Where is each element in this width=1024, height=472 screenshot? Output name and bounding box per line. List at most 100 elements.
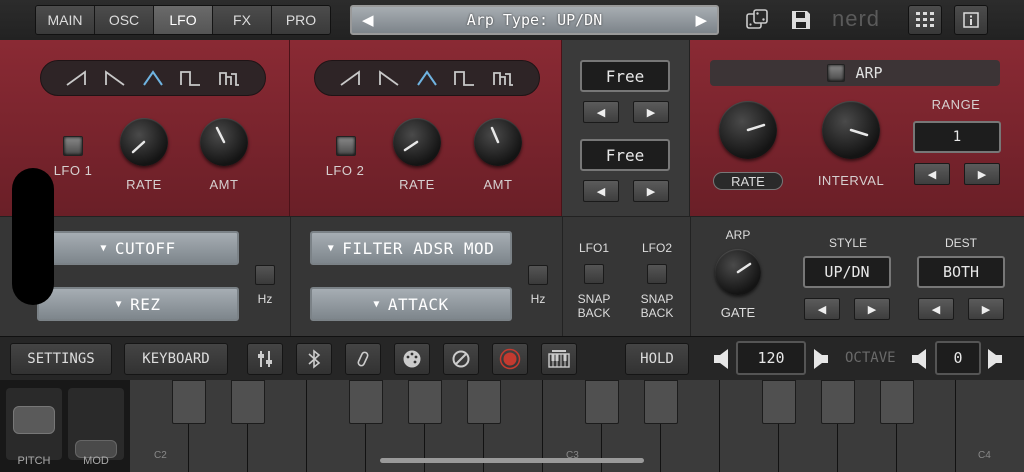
lfo2-amt-knob[interactable]	[474, 118, 522, 166]
saw-down-wave-icon[interactable]	[103, 69, 127, 87]
arp-gate-knob[interactable]	[715, 249, 761, 295]
lfo2-hz-toggle[interactable]	[528, 265, 548, 285]
arp-style-prev-button[interactable]: ◀	[804, 298, 840, 320]
triangle-wave-icon[interactable]	[141, 69, 165, 87]
arp-range-next-button[interactable]: ▶	[964, 163, 1000, 185]
piano-black-key[interactable]	[467, 380, 501, 424]
random-wave-icon[interactable]	[218, 69, 242, 87]
mixer-icon[interactable]	[247, 343, 283, 375]
octave-label: OCTAVE	[845, 350, 896, 366]
lfo1-hz-label: Hz	[257, 292, 273, 306]
piano-black-key[interactable]	[172, 380, 206, 424]
settings-button[interactable]: SETTINGS	[10, 343, 112, 375]
octave-display: 0	[935, 341, 981, 375]
piano-black-key[interactable]	[644, 380, 678, 424]
lfo1-rate-label: RATE	[126, 177, 162, 192]
tempo-down-button[interactable]	[714, 349, 728, 369]
piano-black-key[interactable]	[585, 380, 619, 424]
side-handle[interactable]	[12, 168, 54, 305]
lfo2-snap-back-toggle[interactable]	[647, 264, 667, 284]
lfo1-toggle-led[interactable]	[63, 136, 83, 156]
arp-interval-knob[interactable]	[822, 101, 880, 159]
lfo2-sync-next-button[interactable]: ▶	[633, 180, 669, 202]
lfo2-toggle-led[interactable]	[336, 136, 356, 156]
palette-icon[interactable]	[394, 343, 430, 375]
arp-rate-knob[interactable]	[719, 101, 777, 159]
lfo2-rate-knob[interactable]	[393, 118, 441, 166]
mod-wheel[interactable]	[68, 388, 124, 460]
preset-next-button[interactable]: ▶	[695, 11, 707, 29]
piano-black-key[interactable]	[231, 380, 265, 424]
tab-main[interactable]: MAIN	[36, 6, 95, 34]
lfo1-waveform-selector	[40, 60, 266, 96]
info-icon[interactable]	[954, 5, 988, 35]
piano-black-key[interactable]	[408, 380, 442, 424]
lfo2-destination-1-select[interactable]: ▼ FILTER ADSR MOD	[310, 231, 512, 265]
lfo2-waveform-selector	[314, 60, 540, 96]
random-wave-icon[interactable]	[492, 69, 516, 87]
tab-lfo[interactable]: LFO	[154, 6, 213, 34]
record-icon[interactable]	[492, 343, 528, 375]
tab-fx[interactable]: FX	[213, 6, 272, 34]
arp-range-prev-button[interactable]: ◀	[914, 163, 950, 185]
saw-up-wave-icon[interactable]	[338, 69, 362, 87]
lfo1-destination-1-value: CUTOFF	[114, 238, 176, 258]
piano-icon[interactable]	[541, 343, 577, 375]
arp-dest-prev-button[interactable]: ◀	[918, 298, 954, 320]
lfo2-rate-label: RATE	[399, 177, 435, 192]
arp-header: ARP	[710, 60, 1000, 86]
dice-icon[interactable]	[740, 5, 774, 35]
lfo1-rate-knob[interactable]	[120, 118, 168, 166]
main-tabs: MAIN OSC LFO FX PRO	[35, 5, 331, 35]
tempo-up-button[interactable]	[814, 349, 828, 369]
arp-toggle-led[interactable]	[827, 64, 846, 82]
preset-prev-button[interactable]: ◀	[362, 11, 374, 29]
lfo2-sync-prev-button[interactable]: ◀	[583, 180, 619, 202]
lfo1-snap-back-toggle[interactable]	[584, 264, 604, 284]
arp-gate-title: ARP	[725, 228, 751, 242]
bluetooth-icon[interactable]	[296, 343, 332, 375]
piano-black-key[interactable]	[762, 380, 796, 424]
lfo1-sync-next-button[interactable]: ▶	[633, 101, 669, 123]
arp-dest-display: BOTH	[917, 256, 1005, 288]
square-wave-icon[interactable]	[179, 69, 203, 87]
square-wave-icon[interactable]	[453, 69, 477, 87]
tab-osc[interactable]: OSC	[95, 6, 154, 34]
arp-style-next-button[interactable]: ▶	[854, 298, 890, 320]
lfo1-destination-1-select[interactable]: ▼ CUTOFF	[37, 231, 239, 265]
top-bar: MAIN OSC LFO FX PRO ◀ Arp Type: UP/DN ▶ …	[0, 0, 1024, 40]
triangle-wave-icon[interactable]	[415, 69, 439, 87]
lfo1-amt-label: AMT	[209, 177, 239, 192]
dropdown-arrow-icon: ▼	[115, 298, 123, 310]
tempo-display: 120	[736, 341, 806, 375]
lfo2-destination-2-value: ATTACK	[387, 294, 449, 314]
lfo2-destination-2-select[interactable]: ▼ ATTACK	[310, 287, 512, 321]
back-text: BACK	[640, 306, 674, 320]
octave-down-button[interactable]	[912, 349, 926, 369]
grid-icon[interactable]	[908, 5, 942, 35]
dropdown-arrow-icon: ▼	[327, 242, 335, 254]
pitch-wheel[interactable]	[6, 388, 62, 460]
arp-dest-next-button[interactable]: ▶	[968, 298, 1004, 320]
snap-text: SNAP	[640, 292, 674, 306]
piano-black-key[interactable]	[349, 380, 383, 424]
preset-name: Arp Type: UP/DN	[466, 11, 603, 29]
link-icon[interactable]	[345, 343, 381, 375]
octave-up-button[interactable]	[988, 349, 1002, 369]
mod-label: MOD	[83, 455, 109, 467]
lfo1-amt-knob[interactable]	[200, 118, 248, 166]
piano-black-key[interactable]	[880, 380, 914, 424]
tab-pro[interactable]: PRO	[272, 6, 330, 34]
lfo1-hz-toggle[interactable]	[255, 265, 275, 285]
lfo2-hz-label: Hz	[530, 292, 546, 306]
keyboard-button[interactable]: KEYBOARD	[124, 343, 228, 375]
save-icon[interactable]	[784, 5, 818, 35]
piano-black-key[interactable]	[821, 380, 855, 424]
hold-button[interactable]: HOLD	[625, 343, 689, 375]
lfo1-destination-2-select[interactable]: ▼ REZ	[37, 287, 239, 321]
saw-down-wave-icon[interactable]	[377, 69, 401, 87]
lfo1-sync-prev-button[interactable]: ◀	[583, 101, 619, 123]
cancel-icon[interactable]	[443, 343, 479, 375]
saw-up-wave-icon[interactable]	[64, 69, 88, 87]
arp-dest-label: DEST	[944, 236, 977, 250]
